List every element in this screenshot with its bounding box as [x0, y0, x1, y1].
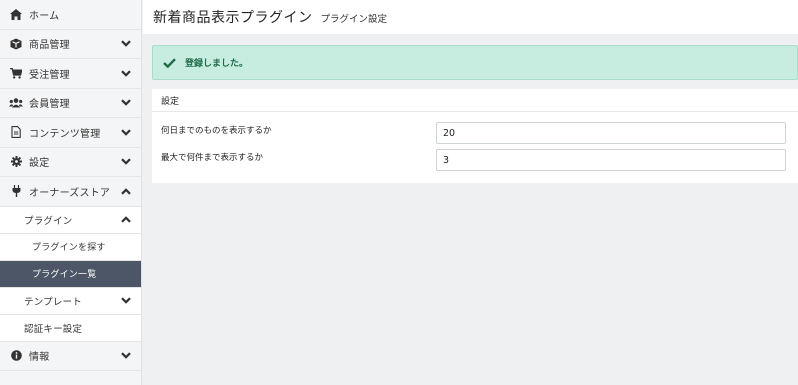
sidebar-item-label: 設定: [29, 158, 50, 170]
settings-card: 設定 何日までのものを表示するか 最大で何件まで表示するか: [152, 89, 798, 183]
sidebar: ホーム 商品管理 受注管理 会員管理 コンテンツ管理 設定 オーナーズストア プ…: [0, 0, 142, 385]
sidebar-item-label: プラグイン: [24, 215, 73, 227]
sidebar-item-products[interactable]: 商品管理: [0, 29, 141, 59]
info-icon: [9, 350, 23, 362]
file-icon: [9, 126, 23, 139]
cube-icon: [9, 38, 23, 50]
max-count-label: 最大で何件まで表示するか: [161, 153, 264, 163]
home-icon: [9, 8, 23, 20]
chevron-up-icon: [121, 216, 131, 224]
cart-icon: [9, 67, 23, 79]
sidebar-item-auth-key[interactable]: 認証キー設定: [0, 314, 141, 342]
sidebar-item-plugin[interactable]: プラグイン: [0, 206, 141, 234]
sidebar-item-label: ホーム: [29, 10, 60, 22]
sidebar-item-label: 受注管理: [29, 69, 70, 81]
sidebar-item-ownerstore[interactable]: オーナーズストア: [0, 177, 141, 207]
sidebar-item-label: 商品管理: [29, 40, 70, 52]
sidebar-item-template[interactable]: テンプレート: [0, 287, 141, 315]
chevron-up-icon: [121, 187, 131, 195]
chevron-down-icon: [121, 297, 131, 305]
chevron-down-icon: [121, 99, 131, 107]
sidebar-item-label: プラグイン一覧: [32, 270, 97, 280]
sidebar-item-label: オーナーズストア: [29, 187, 111, 199]
sidebar-item-plugin-list[interactable]: プラグイン一覧: [0, 260, 141, 288]
sidebar-item-home[interactable]: ホーム: [0, 0, 141, 30]
page-header: 新着商品表示プラグイン プラグイン設定: [143, 0, 798, 34]
card-title: 設定: [152, 89, 798, 112]
form-row-days: 何日までのものを表示するか: [152, 122, 798, 144]
chevron-down-icon: [121, 69, 131, 77]
form-row-max-count: 最大で何件まで表示するか: [152, 149, 798, 171]
days-input[interactable]: [436, 122, 786, 144]
sidebar-item-info[interactable]: 情報: [0, 341, 141, 371]
chevron-down-icon: [121, 40, 131, 48]
users-icon: [9, 98, 23, 108]
success-alert: 登録しました。: [152, 45, 798, 80]
days-label: 何日までのものを表示するか: [161, 126, 272, 136]
plug-icon: [9, 185, 23, 198]
chevron-down-icon: [121, 158, 131, 166]
main-content: 新着商品表示プラグイン プラグイン設定 登録しました。 設定 何日までのものを表…: [143, 0, 798, 385]
chevron-down-icon: [121, 128, 131, 136]
sidebar-item-label: 会員管理: [29, 99, 70, 111]
sidebar-item-contents[interactable]: コンテンツ管理: [0, 118, 141, 148]
check-icon: [163, 57, 177, 69]
sidebar-item-label: プラグインを探す: [32, 243, 106, 253]
max-count-input[interactable]: [436, 149, 786, 171]
sidebar-item-label: 認証キー設定: [24, 323, 83, 335]
sidebar-item-label: 情報: [29, 352, 50, 364]
gear-icon: [9, 156, 23, 168]
sidebar-item-label: コンテンツ管理: [29, 128, 101, 140]
chevron-down-icon: [121, 352, 131, 360]
sidebar-item-settings[interactable]: 設定: [0, 147, 141, 177]
sidebar-item-label: テンプレート: [24, 296, 82, 308]
sidebar-item-members[interactable]: 会員管理: [0, 88, 141, 118]
page-title: 新着商品表示プラグイン: [153, 10, 313, 26]
alert-message: 登録しました。: [185, 59, 249, 69]
page-subtitle: プラグイン設定: [320, 14, 388, 25]
sidebar-item-plugin-search[interactable]: プラグインを探す: [0, 233, 141, 261]
sidebar-item-orders[interactable]: 受注管理: [0, 59, 141, 89]
